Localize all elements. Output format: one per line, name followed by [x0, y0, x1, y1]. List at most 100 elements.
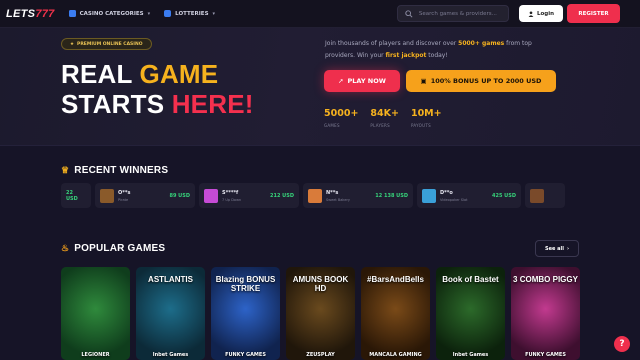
menu-lotteries[interactable]: LOTTERIES ▾ [164, 10, 215, 17]
game-title: Book of Bastet [442, 275, 499, 284]
game-title: #BarsAndBells [367, 275, 424, 284]
game-card[interactable]: #BarsAndBells MANCALA GAMING [361, 267, 430, 360]
chevron-down-icon: ▾ [212, 10, 216, 17]
recent-winners-title: ♕ RECENT WINNERS [61, 165, 168, 176]
see-all-button[interactable]: See all › [535, 240, 579, 257]
headline-highlight: GAME [139, 59, 219, 89]
search-input[interactable] [418, 10, 508, 17]
winner-name: N**s [326, 189, 339, 196]
game-provider: ZEUSPLAY [306, 352, 335, 358]
game-title: ASTLANTIS [148, 275, 193, 284]
search-box [397, 5, 509, 22]
game-card[interactable]: ASTLANTIS Inbet Games [136, 267, 205, 360]
game-thumbnail [204, 188, 218, 203]
winner-amount: 22 USD [66, 189, 78, 202]
star-icon: ★ [70, 41, 75, 47]
search-icon [405, 9, 413, 18]
game-provider: FUNKY GAMES [225, 352, 266, 358]
subtext-highlight: first jackpot [385, 52, 427, 59]
grid-icon [68, 10, 76, 17]
winner-card[interactable] [525, 183, 565, 208]
winner-card[interactable]: O**s Pirate 89 USD [95, 183, 195, 208]
play-now-button[interactable]: ➚ PLAY NOW [324, 70, 400, 92]
winner-info: S****f 7 Up Down [222, 190, 241, 202]
play-label: PLAY NOW [347, 77, 386, 85]
bonus-label: 100% BONUS UP TO 2000 USD [430, 77, 542, 85]
premium-badge: ★ PREMIUM ONLINE CASINO [61, 38, 152, 50]
game-card[interactable]: AMUNS BOOK HD ZEUSPLAY [286, 267, 355, 360]
game-card[interactable]: Blazing BONUS STRIKE FUNKY GAMES [211, 267, 280, 360]
menu-label: CASINO CATEGORIES [79, 10, 144, 17]
section-title-label: RECENT WINNERS [74, 165, 169, 176]
winner-amount: 425 USD [492, 192, 516, 199]
game-card[interactable]: Book of Bastet Inbet Games [436, 267, 505, 360]
winner-amount: 12 138 USD [375, 192, 408, 199]
login-button[interactable]: Login [519, 5, 563, 22]
chevron-right-icon: › [566, 245, 569, 252]
game-provider: Inbet Games [152, 352, 189, 358]
logo-text: LETS [6, 7, 36, 20]
stat-payouts: 10M+ PAYOUTS [411, 108, 442, 128]
help-label: ? [619, 339, 625, 349]
stat-value: 84K+ [370, 108, 399, 119]
hero-banner: ★ PREMIUM ONLINE CASINO REAL GAME STARTS… [0, 28, 640, 146]
gift-icon: ▣ [420, 77, 427, 85]
menu-label: LOTTERIES [175, 10, 209, 17]
game-provider: Inbet Games [452, 352, 489, 358]
hero-subtext: Join thousands of players and discover o… [325, 38, 545, 62]
register-button[interactable]: REGISTER [567, 4, 620, 23]
winner-card[interactable]: D**o Videopoker Slot 425 USD [417, 183, 521, 208]
headline-part: REAL [61, 59, 140, 89]
stat-players: 84K+ PLAYERS [370, 108, 399, 128]
ticket-icon [164, 10, 172, 17]
winner-amount: 89 USD [169, 192, 190, 199]
game-card[interactable]: 3 COMBO PIGGY FUNKY GAMES [511, 267, 580, 360]
bonus-button[interactable]: ▣ 100% BONUS UP TO 2000 USD [406, 70, 556, 92]
hero-headline: REAL GAME STARTS HERE! [61, 59, 321, 119]
site-logo[interactable]: LETS 777 [6, 8, 55, 20]
trophy-icon: ♕ [61, 165, 70, 175]
winner-name: D**o [440, 189, 453, 196]
winner-info: O**s Pirate [118, 190, 130, 202]
game-title: AMUNS BOOK HD [292, 275, 349, 293]
see-all-label: See all [545, 245, 564, 252]
recent-winners-strip: 22 USD O**s Pirate 89 USD S****f 7 Up Do… [61, 183, 580, 208]
game-thumbnail [530, 188, 544, 203]
game-thumbnail [100, 188, 114, 203]
fire-icon: ♨ [61, 243, 70, 253]
game-artwork [61, 267, 130, 360]
winner-game: 7 Up Down [222, 197, 242, 202]
stat-label: GAMES [324, 123, 340, 128]
chevron-down-icon: ▾ [147, 10, 151, 17]
game-title: 3 COMBO PIGGY [513, 275, 578, 284]
popular-games-title: ♨ POPULAR GAMES [61, 243, 165, 254]
winner-amount: 212 USD [270, 192, 294, 199]
headline-part: STARTS [61, 89, 172, 119]
headline-highlight: HERE! [171, 89, 254, 119]
game-thumbnail [308, 188, 322, 203]
winner-info: D**o Videopoker Slot [440, 190, 467, 202]
stat-value: 10M+ [410, 108, 442, 119]
stat-label: PLAYERS [370, 123, 390, 128]
winner-card[interactable]: N**s Sweet Bakery 12 138 USD [303, 183, 413, 208]
game-provider: LEGIONER [81, 352, 110, 358]
help-button[interactable]: ? [614, 336, 630, 352]
stat-label: PAYOUTS [410, 123, 431, 128]
game-thumbnail [422, 188, 436, 203]
winner-info: N**s Sweet Bakery [326, 190, 350, 202]
subtext-part: today! [426, 52, 448, 59]
winner-card[interactable]: S****f 7 Up Down 212 USD [199, 183, 299, 208]
subtext-part: Join thousands of players and discover o… [325, 40, 459, 47]
subtext-highlight: 5000+ games [458, 40, 505, 47]
menu-casino-categories[interactable]: CASINO CATEGORIES ▾ [68, 10, 151, 17]
register-label: REGISTER [578, 10, 609, 17]
game-card[interactable]: LEGIONER [61, 267, 130, 360]
hero-stats: 5000+ GAMES 84K+ PLAYERS 10M+ PAYOUTS [324, 108, 442, 128]
popular-games-row: LEGIONER ASTLANTIS Inbet Games Blazing B… [61, 267, 580, 360]
winner-card[interactable]: 22 USD [61, 183, 91, 208]
winner-game: Pirate [118, 197, 129, 202]
game-provider: MANCALA GAMING [369, 352, 422, 358]
winner-name: O**s [118, 189, 131, 196]
section-title-label: POPULAR GAMES [74, 243, 166, 254]
logo-accent-text: 777 [35, 7, 55, 20]
